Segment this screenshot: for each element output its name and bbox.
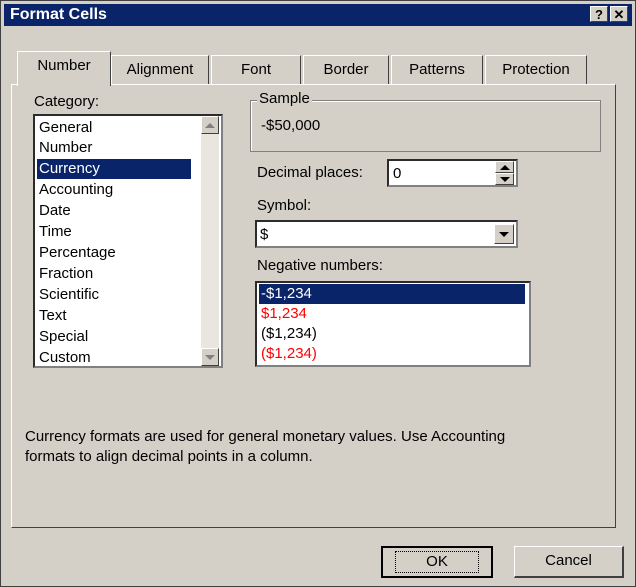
scroll-up-button[interactable] bbox=[201, 116, 219, 134]
description-line-1: Currency formats are used for general mo… bbox=[25, 428, 506, 445]
decimal-places-value[interactable]: 0 bbox=[393, 165, 401, 182]
chevron-up-icon bbox=[205, 123, 215, 128]
category-item-general[interactable]: General bbox=[37, 118, 191, 138]
category-item-fraction[interactable]: Fraction bbox=[37, 264, 191, 284]
symbol-dropdown[interactable]: $ bbox=[255, 220, 518, 248]
category-label: Category: bbox=[34, 93, 100, 110]
close-button[interactable]: ✕ bbox=[610, 6, 628, 22]
tab-number[interactable]: Number bbox=[17, 51, 111, 86]
window-title: Format Cells bbox=[10, 6, 107, 23]
symbol-label: Symbol: bbox=[257, 197, 312, 214]
decimal-places-label: Decimal places: bbox=[257, 164, 363, 181]
format-cells-dialog: Format Cells ? ✕ Number Alignment Font B… bbox=[0, 0, 636, 587]
category-item-date[interactable]: Date bbox=[37, 201, 191, 221]
decimal-places-spinner[interactable]: 0 bbox=[387, 159, 518, 187]
chevron-down-icon bbox=[205, 355, 215, 360]
sample-label: Sample bbox=[257, 90, 312, 107]
negative-format-item-3[interactable]: ($1,234) bbox=[259, 344, 525, 364]
category-item-text[interactable]: Text bbox=[37, 306, 191, 326]
negative-numbers-label: Negative numbers: bbox=[257, 257, 383, 274]
category-item-scientific[interactable]: Scientific bbox=[37, 285, 191, 305]
spin-up-icon bbox=[500, 165, 510, 170]
category-item-number[interactable]: Number bbox=[37, 138, 191, 158]
cancel-button[interactable]: Cancel bbox=[514, 546, 624, 578]
category-scrollbar[interactable] bbox=[201, 116, 219, 366]
category-item-time[interactable]: Time bbox=[37, 222, 191, 242]
tab-alignment[interactable]: Alignment bbox=[111, 55, 209, 85]
increment-button[interactable] bbox=[495, 161, 514, 173]
tab-border[interactable]: Border bbox=[303, 55, 389, 85]
help-button[interactable]: ? bbox=[590, 6, 608, 22]
description-line-2: formats to align decimal points in a col… bbox=[25, 448, 313, 465]
dropdown-button[interactable] bbox=[494, 224, 514, 244]
decrement-button[interactable] bbox=[495, 173, 514, 185]
negative-format-item-0[interactable]: -$1,234 bbox=[259, 284, 525, 304]
sample-value: -$50,000 bbox=[261, 117, 321, 134]
title-bar[interactable]: Format Cells ? ✕ bbox=[4, 4, 632, 26]
ok-button[interactable]: OK bbox=[381, 546, 493, 578]
negative-format-item-1[interactable]: $1,234 bbox=[259, 304, 525, 324]
tab-protection[interactable]: Protection bbox=[485, 55, 587, 85]
symbol-value: $ bbox=[260, 226, 269, 243]
tab-font[interactable]: Font bbox=[211, 55, 301, 85]
category-item-percentage[interactable]: Percentage bbox=[37, 243, 191, 263]
category-listbox[interactable]: General Number Currency Accounting Date … bbox=[33, 114, 223, 368]
negative-format-item-2[interactable]: ($1,234) bbox=[259, 324, 525, 344]
ok-label: OK bbox=[395, 551, 479, 573]
category-item-currency[interactable]: Currency bbox=[37, 159, 191, 179]
chevron-down-icon bbox=[499, 232, 509, 237]
negative-numbers-listbox[interactable]: -$1,234 $1,234 ($1,234) ($1,234) bbox=[255, 281, 531, 367]
category-item-special[interactable]: Special bbox=[37, 327, 191, 347]
tab-patterns[interactable]: Patterns bbox=[391, 55, 483, 85]
spin-down-icon bbox=[500, 177, 510, 182]
category-item-accounting[interactable]: Accounting bbox=[37, 180, 191, 200]
scroll-down-button[interactable] bbox=[201, 348, 219, 366]
category-item-custom[interactable]: Custom bbox=[37, 348, 191, 368]
